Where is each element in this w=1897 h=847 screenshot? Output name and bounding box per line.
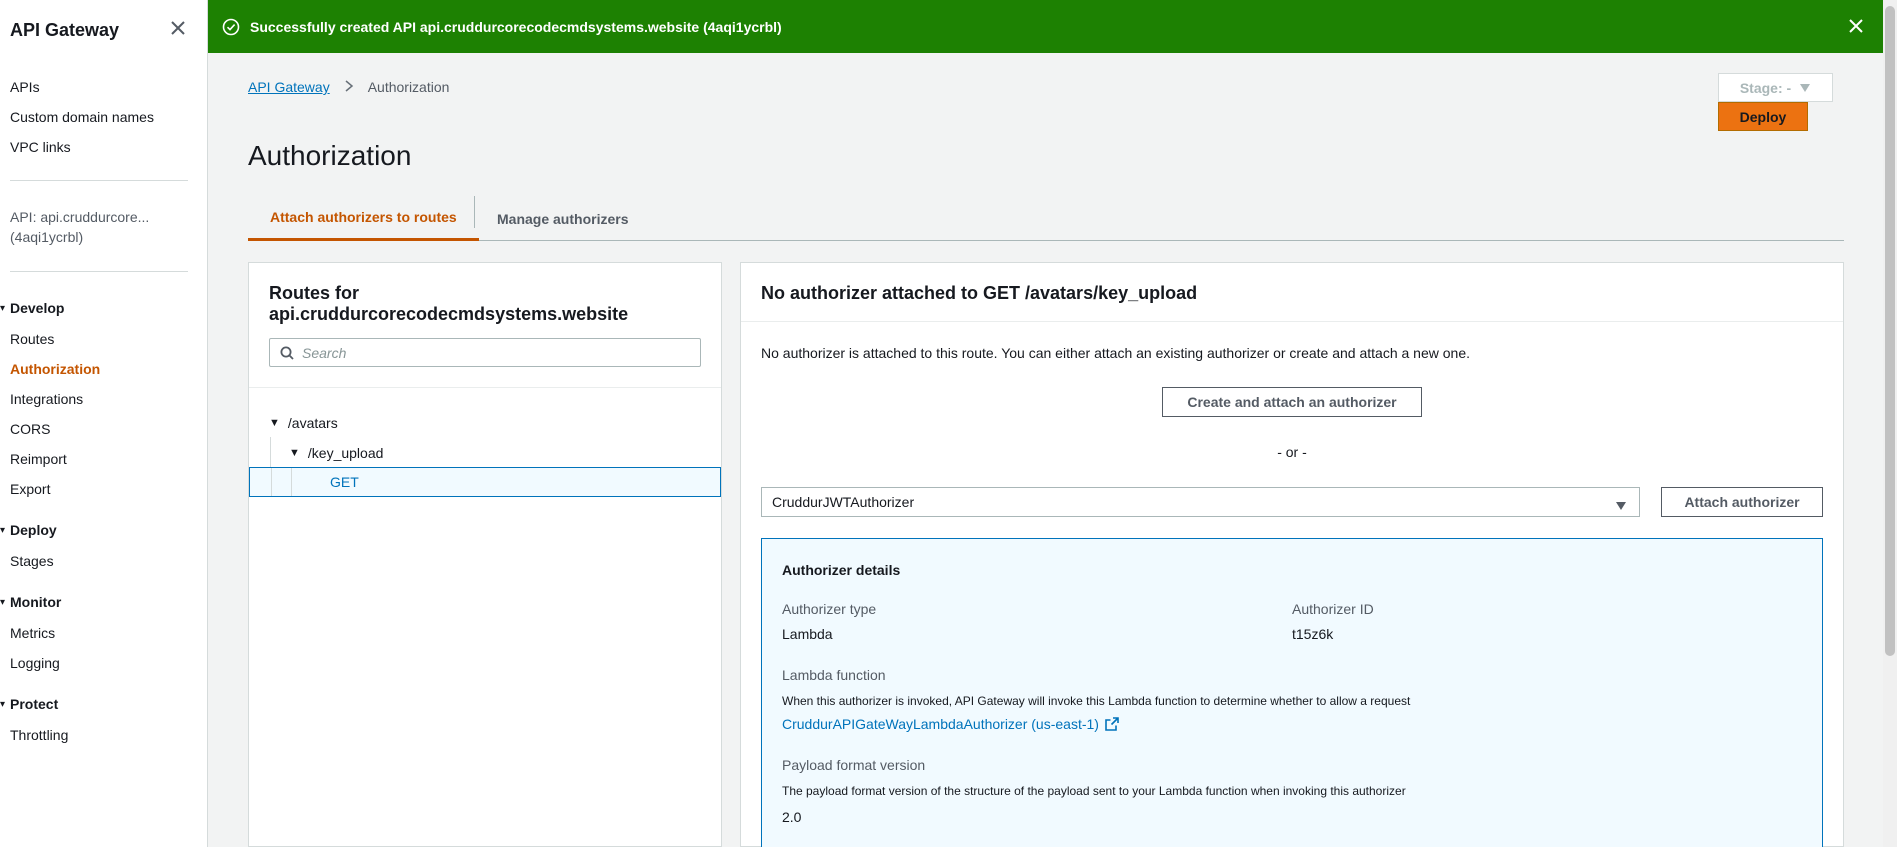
nav-section-monitor[interactable]: ▾ Monitor bbox=[0, 594, 61, 610]
route-path-label: /avatars bbox=[287, 415, 338, 431]
section-title: Deploy bbox=[10, 522, 57, 538]
payload-format-help: The payload format version of the struct… bbox=[782, 784, 1406, 798]
panel-divider bbox=[249, 387, 721, 388]
section-title: Protect bbox=[10, 696, 59, 712]
authorizer-detail-panel: No authorizer attached to GET /avatars/k… bbox=[740, 262, 1844, 847]
tree-guide-line bbox=[270, 437, 271, 467]
caret-down-icon: ▾ bbox=[0, 698, 6, 710]
stage-select[interactable]: Stage: - bbox=[1718, 73, 1833, 102]
authorizer-select[interactable]: CruddurJWTAuthorizer bbox=[761, 487, 1640, 517]
lambda-function-label: Lambda function bbox=[782, 667, 886, 683]
tab-manage-authorizers[interactable]: Manage authorizers bbox=[475, 196, 650, 241]
nav-section-develop[interactable]: ▾ Develop bbox=[0, 300, 64, 316]
nav-cors[interactable]: CORS bbox=[10, 421, 50, 437]
breadcrumb: API Gateway Authorization bbox=[248, 79, 449, 95]
success-flash-banner: Successfully created API api.cruddurcore… bbox=[208, 0, 1883, 53]
caret-down-icon: ▾ bbox=[0, 596, 6, 608]
route-get-selected[interactable]: GET bbox=[249, 467, 721, 497]
authorizer-id-value: t15z6k bbox=[1292, 626, 1334, 642]
tree-guide-line bbox=[271, 468, 272, 496]
nav-stages[interactable]: Stages bbox=[10, 553, 54, 569]
tab-list: Attach authorizers to routes Manage auth… bbox=[248, 196, 1844, 241]
panel-divider bbox=[741, 321, 1843, 322]
caret-down-icon: ▾ bbox=[0, 524, 6, 536]
nav-divider bbox=[10, 180, 188, 181]
current-api-name[interactable]: API: api.cruddurcore... (4aqi1ycrbl) bbox=[10, 207, 200, 247]
routes-title-line: Routes for bbox=[269, 283, 359, 303]
nav-custom-domain-names[interactable]: Custom domain names bbox=[10, 109, 154, 125]
section-title: Develop bbox=[10, 300, 65, 316]
authorizer-type-value: Lambda bbox=[782, 626, 833, 642]
breadcrumb-current: Authorization bbox=[367, 79, 450, 95]
nav-reimport[interactable]: Reimport bbox=[10, 451, 67, 467]
routes-panel-title: Routes for api.cruddurcorecodecmdsystems… bbox=[269, 283, 709, 325]
route-method-label: GET bbox=[330, 474, 359, 490]
expand-triangle-icon: ▼ bbox=[269, 417, 280, 429]
or-separator: - or - bbox=[1277, 444, 1307, 460]
nav-routes[interactable]: Routes bbox=[10, 331, 54, 347]
payload-format-value: 2.0 bbox=[782, 809, 802, 825]
lambda-function-help: When this authorizer is invoked, API Gat… bbox=[782, 694, 1411, 708]
caret-down-icon: ▾ bbox=[0, 302, 6, 314]
routes-title-domain: api.cruddurcorecodecmdsystems.website bbox=[269, 304, 629, 324]
caret-down-icon bbox=[1799, 80, 1811, 96]
api-id-line: (4aqi1ycrbl) bbox=[10, 229, 84, 245]
tab-attach-authorizers[interactable]: Attach authorizers to routes bbox=[248, 196, 479, 241]
service-title: API Gateway bbox=[10, 20, 120, 40]
scrollbar-thumb[interactable] bbox=[1885, 6, 1895, 656]
lambda-function-link[interactable]: CruddurAPIGateWayLambdaAuthorizer (us-ea… bbox=[782, 716, 1119, 732]
nav-section-protect[interactable]: ▾ Protect bbox=[0, 696, 58, 712]
nav-throttling[interactable]: Throttling bbox=[10, 727, 68, 743]
nav-integrations[interactable]: Integrations bbox=[10, 391, 83, 407]
nav-divider bbox=[10, 271, 188, 272]
authorizer-details-heading: Authorizer details bbox=[782, 562, 901, 578]
nav-metrics[interactable]: Metrics bbox=[10, 625, 55, 641]
payload-format-label: Payload format version bbox=[782, 757, 926, 773]
expand-triangle-icon: ▼ bbox=[289, 447, 300, 459]
nav-export[interactable]: Export bbox=[10, 481, 50, 497]
route-search-input[interactable] bbox=[302, 344, 682, 361]
stage-select-label: Stage: - bbox=[1739, 79, 1792, 96]
authorizer-id-label: Authorizer ID bbox=[1292, 601, 1374, 617]
tree-guide-line bbox=[291, 468, 292, 496]
lambda-function-link-text: CruddurAPIGateWayLambdaAuthorizer (us-ea… bbox=[782, 716, 1099, 732]
section-title: Monitor bbox=[10, 594, 62, 610]
success-check-icon bbox=[222, 18, 240, 36]
api-name-line: API: api.cruddurcore... bbox=[10, 209, 150, 225]
caret-down-icon bbox=[1615, 498, 1627, 514]
detail-panel-title: No authorizer attached to GET /avatars/k… bbox=[761, 283, 1198, 303]
authorizer-select-value: CruddurJWTAuthorizer bbox=[772, 494, 915, 510]
page-title: Authorization bbox=[248, 140, 412, 171]
nav-authorization[interactable]: Authorization bbox=[10, 361, 100, 377]
deploy-button[interactable]: Deploy bbox=[1718, 102, 1808, 131]
dismiss-flash-icon[interactable] bbox=[1847, 17, 1865, 35]
nav-section-deploy[interactable]: ▾ Deploy bbox=[0, 522, 57, 538]
attach-authorizer-button[interactable]: Attach authorizer bbox=[1661, 487, 1823, 517]
chevron-right-icon bbox=[344, 79, 354, 95]
routes-panel: Routes for api.cruddurcorecodecmdsystems… bbox=[248, 262, 722, 847]
search-icon bbox=[280, 346, 294, 360]
route-avatars[interactable]: ▼ /avatars bbox=[269, 415, 338, 431]
detail-description: No authorizer is attached to this route.… bbox=[761, 345, 1470, 361]
external-link-icon bbox=[1105, 717, 1119, 731]
nav-apis[interactable]: APIs bbox=[10, 79, 40, 95]
authorizer-details-box: Authorizer details Authorizer type Lambd… bbox=[761, 538, 1823, 847]
create-and-attach-authorizer-button[interactable]: Create and attach an authorizer bbox=[1162, 387, 1422, 417]
side-navigation: API Gateway APIs Custom domain names VPC… bbox=[0, 0, 208, 847]
authorizer-type-label: Authorizer type bbox=[782, 601, 877, 617]
page-scrollbar[interactable] bbox=[1883, 0, 1897, 847]
route-key-upload[interactable]: ▼ /key_upload bbox=[289, 445, 383, 461]
route-search-box bbox=[269, 338, 701, 367]
close-navigation-icon[interactable] bbox=[168, 18, 188, 38]
nav-logging[interactable]: Logging bbox=[10, 655, 60, 671]
route-path-label: /key_upload bbox=[307, 445, 384, 461]
nav-vpc-links[interactable]: VPC links bbox=[10, 139, 71, 155]
flash-message: Successfully created API api.cruddurcore… bbox=[250, 18, 782, 35]
breadcrumb-api-gateway-link[interactable]: API Gateway bbox=[248, 79, 330, 95]
